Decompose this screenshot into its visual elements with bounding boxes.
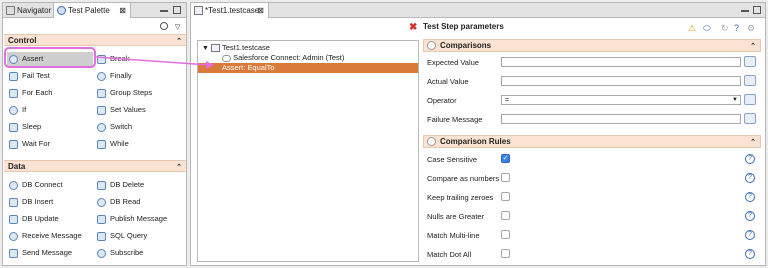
drag-arrow bbox=[95, 56, 214, 69]
